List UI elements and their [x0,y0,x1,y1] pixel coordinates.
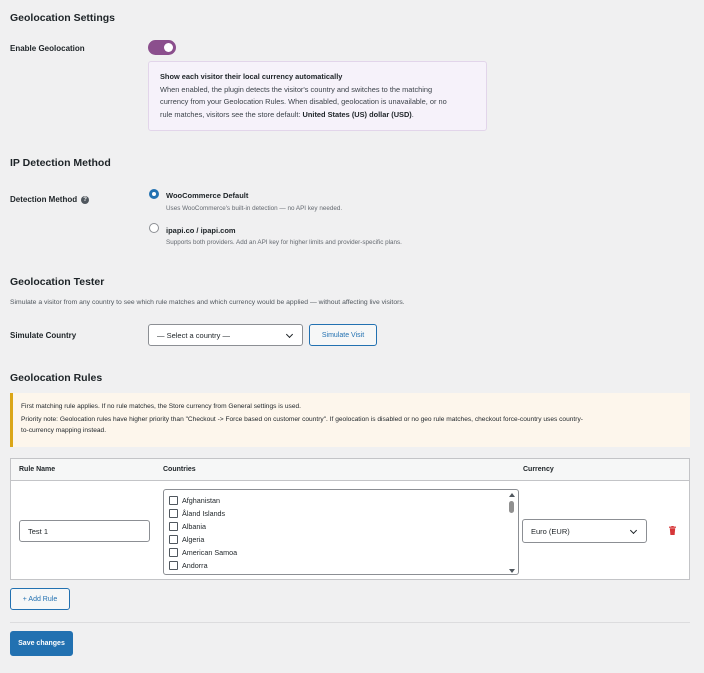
simulate-country-value: — Select a country — [157,330,230,340]
country-name: Algeria [182,534,205,544]
info-line-1: When enabled, the plugin detects the vis… [160,84,433,94]
scroll-down-arrow-icon[interactable] [509,569,515,573]
radio-woocommerce-default[interactable] [149,189,159,199]
checkbox[interactable] [169,534,178,544]
notice-line-2-text: Priority note: Geolocation rules have hi… [21,416,583,423]
country-name: Afghanistan [182,495,220,505]
tester-description: Simulate a visitor from any country to s… [10,299,405,306]
table-header: Rule Name Countries Currency [11,459,689,481]
checkbox[interactable] [169,521,178,531]
country-option[interactable]: Afghanistan [169,494,220,506]
country-name: Albania [182,521,206,531]
header-rule-name: Rule Name [19,466,56,473]
country-name: Andorra [182,560,208,570]
section-title-ip-detection: IP Detection Method [10,157,111,169]
question-circle-icon[interactable]: ? [81,195,90,204]
section-title-geolocation-settings: Geolocation Settings [10,12,116,24]
currency-select[interactable]: Euro (EUR) [522,519,647,543]
simulate-country-label: Simulate Country [10,331,77,340]
section-title-geolocation-rules: Geolocation Rules [10,372,103,384]
info-title: Show each visitor their local currency a… [160,72,343,81]
country-name: American Samoa [182,547,238,557]
checkbox[interactable] [169,495,178,505]
notice-line-1: First matching rule applies. If no rule … [21,403,301,410]
divider [10,622,690,623]
info-line-3-suffix: . [411,109,414,119]
checkbox[interactable] [169,560,178,570]
enable-geolocation-toggle[interactable] [148,40,176,55]
radio-ipapi[interactable] [149,223,159,233]
checkbox[interactable] [169,547,178,557]
simulate-visit-button[interactable]: Simulate Visit [309,324,377,346]
scroll-up-arrow-icon[interactable] [509,493,515,497]
info-line-3: rule matches, visitors see the store def… [160,109,475,122]
info-line-2: currency from your Geolocation Rules. Wh… [160,97,447,106]
countries-multiselect[interactable]: Afghanistan Åland Islands Albania Algeri… [163,489,519,575]
option-woocommerce-title: WooCommerce Default [166,191,249,200]
geolocation-rules-table: Rule Name Countries Currency Test 1 Afgh… [10,458,690,580]
country-option[interactable]: American Samoa [169,546,237,558]
chevron-down-icon [285,330,294,339]
detection-method-label: Detection Method? [10,195,90,204]
countries-scrollbar[interactable] [508,492,516,574]
info-line-3-prefix: rule matches, visitors see the store def… [160,109,303,119]
country-option[interactable]: Andorra [169,559,208,571]
chevron-down-icon [629,526,638,535]
country-option[interactable]: Åland Islands [169,507,225,519]
geolocation-info-box: Show each visitor their local currency a… [148,61,487,131]
scroll-thumb[interactable] [509,501,514,513]
toggle-knob [164,43,173,52]
header-currency: Currency [523,466,554,473]
save-changes-button[interactable]: Save changes [10,631,73,656]
info-default-currency: United States (US) dollar (USD) [302,109,412,119]
country-name: Åland Islands [182,508,226,518]
option-ipapi-title: ipapi.co / ipapi.com [166,226,236,235]
rules-notice: First matching rule applies. If no rule … [10,393,690,447]
option-ipapi-desc: Supports both providers. Add an API key … [166,239,402,246]
section-title-geolocation-tester: Geolocation Tester [10,276,105,288]
country-option[interactable]: Albania [169,520,206,532]
trash-icon[interactable] [669,526,676,535]
rule-name-input[interactable]: Test 1 [19,520,150,542]
notice-line-3-text: to-currency mapping instead. [21,427,107,434]
country-option[interactable]: Algeria [169,533,204,545]
add-rule-button[interactable]: + Add Rule [10,588,70,610]
header-countries: Countries [163,466,196,473]
notice-line-2: Priority note: Geolocation rules have hi… [21,414,682,436]
checkbox[interactable] [169,508,178,518]
enable-geolocation-label: Enable Geolocation [10,44,85,53]
detection-method-text: Detection Method [10,195,78,204]
simulate-country-select[interactable]: — Select a country — [148,324,303,346]
option-woocommerce-desc: Uses WooCommerce's built-in detection — … [166,205,343,212]
currency-value: Euro (EUR) [531,526,570,536]
